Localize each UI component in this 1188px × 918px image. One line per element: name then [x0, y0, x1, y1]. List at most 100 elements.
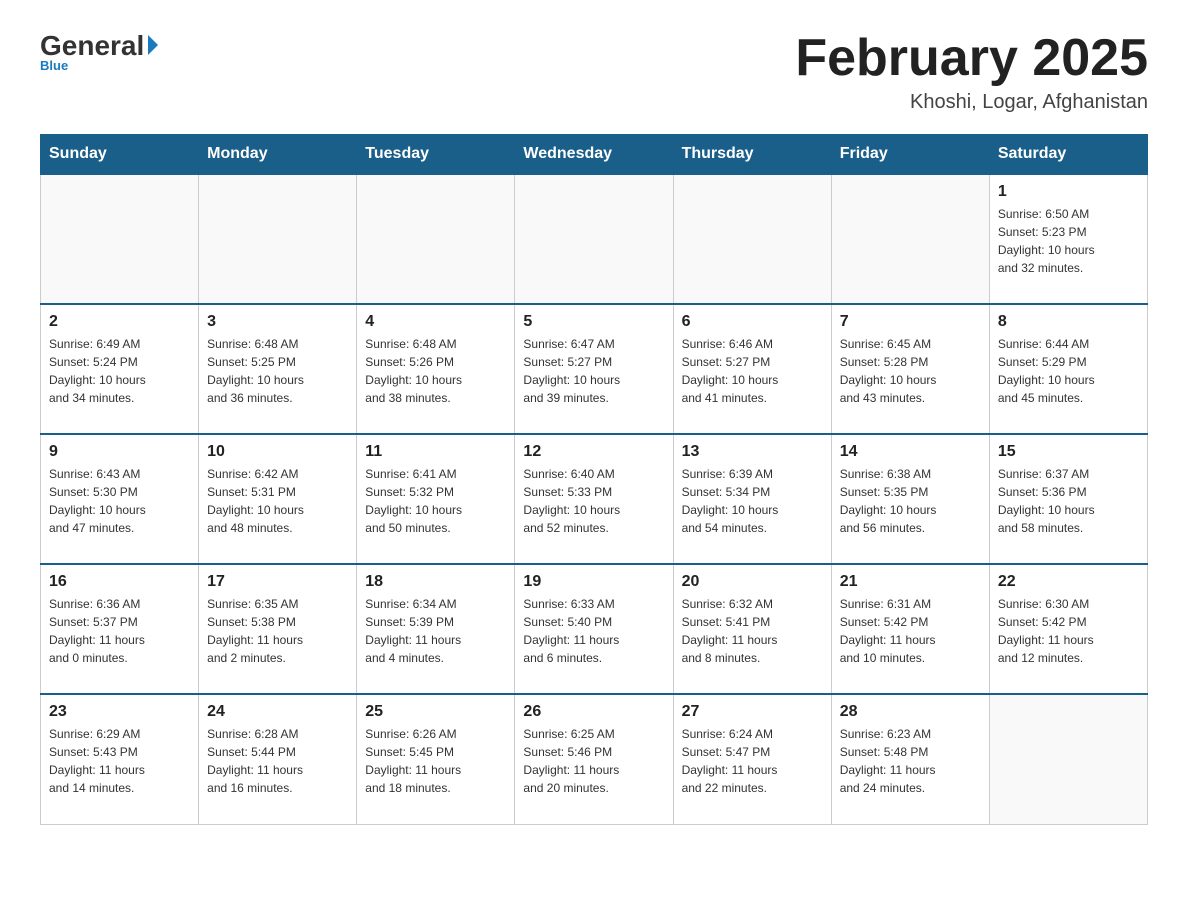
day-info: Sunrise: 6:44 AM Sunset: 5:29 PM Dayligh…: [998, 335, 1139, 407]
calendar-cell: [515, 174, 673, 304]
calendar-cell: 9 Sunrise: 6:43 AM Sunset: 5:30 PM Daylig…: [41, 434, 199, 564]
calendar-cell: 11 Sunrise: 6:41 AM Sunset: 5:32 PM Dayli…: [357, 434, 515, 564]
day-info: Sunrise: 6:32 AM Sunset: 5:41 PM Dayligh…: [682, 595, 823, 667]
day-number: 25: [365, 703, 506, 721]
day-number: 11: [365, 443, 506, 461]
day-number: 28: [840, 703, 981, 721]
day-info: Sunrise: 6:33 AM Sunset: 5:40 PM Dayligh…: [523, 595, 664, 667]
calendar-cell: 27 Sunrise: 6:24 AM Sunset: 5:47 PM Dayli…: [673, 694, 831, 824]
calendar-cell: 16 Sunrise: 6:36 AM Sunset: 5:37 PM Dayli…: [41, 564, 199, 694]
calendar-cell: 21 Sunrise: 6:31 AM Sunset: 5:42 PM Dayli…: [831, 564, 989, 694]
logo-arrow-icon: [148, 35, 158, 55]
day-number: 13: [682, 443, 823, 461]
day-header-wednesday: Wednesday: [515, 135, 673, 175]
calendar-cell: 2 Sunrise: 6:49 AM Sunset: 5:24 PM Daylig…: [41, 304, 199, 434]
day-info: Sunrise: 6:26 AM Sunset: 5:45 PM Dayligh…: [365, 725, 506, 797]
calendar-cell: 10 Sunrise: 6:42 AM Sunset: 5:31 PM Dayli…: [199, 434, 357, 564]
week-row-1: 1 Sunrise: 6:50 AM Sunset: 5:23 PM Daylig…: [41, 174, 1148, 304]
day-number: 12: [523, 443, 664, 461]
calendar-cell: 14 Sunrise: 6:38 AM Sunset: 5:35 PM Dayli…: [831, 434, 989, 564]
day-info: Sunrise: 6:47 AM Sunset: 5:27 PM Dayligh…: [523, 335, 664, 407]
day-number: 10: [207, 443, 348, 461]
title-block: February 2025 Khoshi, Logar, Afghanistan: [795, 30, 1148, 114]
day-info: Sunrise: 6:36 AM Sunset: 5:37 PM Dayligh…: [49, 595, 190, 667]
calendar-cell: 7 Sunrise: 6:45 AM Sunset: 5:28 PM Daylig…: [831, 304, 989, 434]
day-info: Sunrise: 6:45 AM Sunset: 5:28 PM Dayligh…: [840, 335, 981, 407]
day-number: 6: [682, 313, 823, 331]
day-info: Sunrise: 6:25 AM Sunset: 5:46 PM Dayligh…: [523, 725, 664, 797]
day-info: Sunrise: 6:30 AM Sunset: 5:42 PM Dayligh…: [998, 595, 1139, 667]
day-number: 16: [49, 573, 190, 591]
day-number: 19: [523, 573, 664, 591]
day-number: 4: [365, 313, 506, 331]
calendar-cell: 15 Sunrise: 6:37 AM Sunset: 5:36 PM Dayli…: [989, 434, 1147, 564]
calendar-cell: [199, 174, 357, 304]
day-number: 5: [523, 313, 664, 331]
calendar-title: February 2025: [795, 30, 1148, 87]
day-number: 17: [207, 573, 348, 591]
day-info: Sunrise: 6:37 AM Sunset: 5:36 PM Dayligh…: [998, 465, 1139, 537]
calendar-cell: 22 Sunrise: 6:30 AM Sunset: 5:42 PM Dayli…: [989, 564, 1147, 694]
calendar-cell: 18Sunrise: 6:34 AM Sunset: 5:39 PM Dayli…: [357, 564, 515, 694]
calendar-cell: [831, 174, 989, 304]
calendar-cell: 25 Sunrise: 6:26 AM Sunset: 5:45 PM Dayli…: [357, 694, 515, 824]
calendar-table: SundayMondayTuesdayWednesdayThursdayFrid…: [40, 134, 1148, 825]
day-number: 18: [365, 573, 506, 591]
day-number: 21: [840, 573, 981, 591]
day-number: 9: [49, 443, 190, 461]
calendar-cell: 20 Sunrise: 6:32 AM Sunset: 5:41 PM Dayli…: [673, 564, 831, 694]
week-row-5: 23 Sunrise: 6:29 AM Sunset: 5:43 PM Dayli…: [41, 694, 1148, 824]
day-info: Sunrise: 6:38 AM Sunset: 5:35 PM Dayligh…: [840, 465, 981, 537]
calendar-cell: [357, 174, 515, 304]
calendar-cell: 19 Sunrise: 6:33 AM Sunset: 5:40 PM Dayli…: [515, 564, 673, 694]
calendar-cell: 13 Sunrise: 6:39 AM Sunset: 5:34 PM Dayli…: [673, 434, 831, 564]
day-number: 3: [207, 313, 348, 331]
day-info: Sunrise: 6:42 AM Sunset: 5:31 PM Dayligh…: [207, 465, 348, 537]
day-info: Sunrise: 6:49 AM Sunset: 5:24 PM Dayligh…: [49, 335, 190, 407]
day-info: Sunrise: 6:24 AM Sunset: 5:47 PM Dayligh…: [682, 725, 823, 797]
calendar-cell: 1 Sunrise: 6:50 AM Sunset: 5:23 PM Daylig…: [989, 174, 1147, 304]
day-number: 26: [523, 703, 664, 721]
day-number: 2: [49, 313, 190, 331]
day-header-tuesday: Tuesday: [357, 135, 515, 175]
day-header-monday: Monday: [199, 135, 357, 175]
day-info: Sunrise: 6:41 AM Sunset: 5:32 PM Dayligh…: [365, 465, 506, 537]
day-number: 24: [207, 703, 348, 721]
calendar-cell: 26 Sunrise: 6:25 AM Sunset: 5:46 PM Dayli…: [515, 694, 673, 824]
day-info: Sunrise: 6:48 AM Sunset: 5:26 PM Dayligh…: [365, 335, 506, 407]
day-number: 8: [998, 313, 1139, 331]
calendar-cell: [989, 694, 1147, 824]
day-number: 27: [682, 703, 823, 721]
day-number: 14: [840, 443, 981, 461]
day-info: Sunrise: 6:50 AM Sunset: 5:23 PM Dayligh…: [998, 205, 1139, 277]
day-number: 22: [998, 573, 1139, 591]
day-info: Sunrise: 6:35 AM Sunset: 5:38 PM Dayligh…: [207, 595, 348, 667]
calendar-subtitle: Khoshi, Logar, Afghanistan: [795, 91, 1148, 114]
logo-tagline: Blue: [40, 58, 68, 73]
day-info: Sunrise: 6:31 AM Sunset: 5:42 PM Dayligh…: [840, 595, 981, 667]
day-info: Sunrise: 6:39 AM Sunset: 5:34 PM Dayligh…: [682, 465, 823, 537]
day-header-saturday: Saturday: [989, 135, 1147, 175]
week-row-2: 2 Sunrise: 6:49 AM Sunset: 5:24 PM Daylig…: [41, 304, 1148, 434]
calendar-cell: 23 Sunrise: 6:29 AM Sunset: 5:43 PM Dayli…: [41, 694, 199, 824]
calendar-cell: [673, 174, 831, 304]
day-headers-row: SundayMondayTuesdayWednesdayThursdayFrid…: [41, 135, 1148, 175]
day-info: Sunrise: 6:29 AM Sunset: 5:43 PM Dayligh…: [49, 725, 190, 797]
day-number: 7: [840, 313, 981, 331]
day-number: 23: [49, 703, 190, 721]
calendar-cell: [41, 174, 199, 304]
day-number: 1: [998, 183, 1139, 201]
day-info: Sunrise: 6:48 AM Sunset: 5:25 PM Dayligh…: [207, 335, 348, 407]
day-info: Sunrise: 6:46 AM Sunset: 5:27 PM Dayligh…: [682, 335, 823, 407]
calendar-cell: 3 Sunrise: 6:48 AM Sunset: 5:25 PM Daylig…: [199, 304, 357, 434]
day-header-friday: Friday: [831, 135, 989, 175]
day-info: Sunrise: 6:23 AM Sunset: 5:48 PM Dayligh…: [840, 725, 981, 797]
calendar-cell: 6 Sunrise: 6:46 AM Sunset: 5:27 PM Daylig…: [673, 304, 831, 434]
day-info: Sunrise: 6:43 AM Sunset: 5:30 PM Dayligh…: [49, 465, 190, 537]
day-header-sunday: Sunday: [41, 135, 199, 175]
day-number: 15: [998, 443, 1139, 461]
calendar-cell: 24Sunrise: 6:28 AM Sunset: 5:44 PM Dayli…: [199, 694, 357, 824]
day-number: 20: [682, 573, 823, 591]
calendar-cell: 17 Sunrise: 6:35 AM Sunset: 5:38 PM Dayli…: [199, 564, 357, 694]
calendar-cell: 28 Sunrise: 6:23 AM Sunset: 5:48 PM Dayli…: [831, 694, 989, 824]
